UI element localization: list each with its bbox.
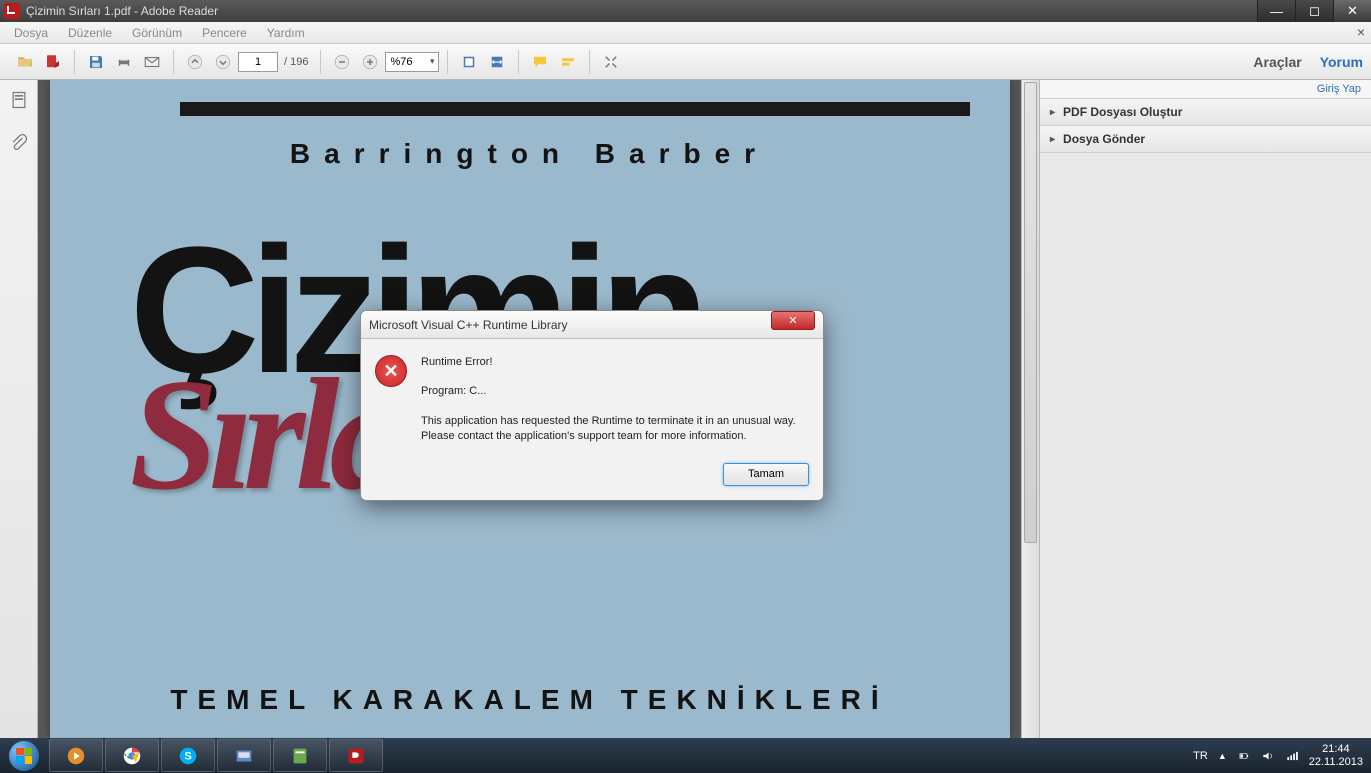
dialog-close-button[interactable]: ✕ — [771, 311, 815, 330]
windows-logo-icon — [9, 741, 39, 771]
zoom-in-icon[interactable] — [357, 49, 383, 75]
taskbar-media-player[interactable] — [49, 739, 103, 772]
error-dialog: Microsoft Visual C++ Runtime Library ✕ ✕… — [360, 310, 824, 501]
highlight-icon[interactable] — [555, 49, 581, 75]
open-file-icon[interactable] — [12, 49, 38, 75]
dialog-program: Program: C... — [421, 384, 796, 399]
panel-item-create-pdf[interactable]: PDF Dosyası Oluştur — [1040, 99, 1371, 126]
volume-icon[interactable] — [1261, 749, 1275, 763]
window-titlebar: Çizimin Sırları 1.pdf - Adobe Reader — ◻… — [0, 0, 1371, 22]
panel-item-send-file[interactable]: Dosya Gönder — [1040, 126, 1371, 153]
panel-item-label: PDF Dosyası Oluştur — [1063, 105, 1182, 119]
menu-help[interactable]: Yardım — [257, 24, 315, 42]
attachments-icon[interactable] — [9, 133, 29, 158]
taskbar-skype[interactable]: S — [161, 739, 215, 772]
window-title: Çizimin Sırları 1.pdf - Adobe Reader — [26, 4, 1257, 18]
dialog-heading: Runtime Error! — [421, 355, 796, 370]
book-author: Barrington Barber — [50, 138, 1010, 170]
menu-window[interactable]: Pencere — [192, 24, 257, 42]
dialog-titlebar[interactable]: Microsoft Visual C++ Runtime Library ✕ — [361, 311, 823, 339]
comment-icon[interactable] — [527, 49, 553, 75]
start-button[interactable] — [0, 738, 48, 773]
fit-width-icon[interactable] — [484, 49, 510, 75]
create-pdf-icon[interactable] — [40, 49, 66, 75]
dialog-title: Microsoft Visual C++ Runtime Library — [369, 318, 771, 332]
taskbar-adobe-reader[interactable] — [329, 739, 383, 772]
scrollbar-thumb[interactable] — [1024, 82, 1037, 543]
taskbar-chrome[interactable] — [105, 739, 159, 772]
page-down-icon[interactable] — [210, 49, 236, 75]
comment-panel-link[interactable]: Yorum — [1320, 54, 1363, 70]
dialog-text: Runtime Error! Program: C... This applic… — [421, 355, 796, 445]
toolbar: / 196 %76 Araçlar Yorum — [0, 44, 1371, 80]
taskbar-clock[interactable]: 21:44 22.11.2013 — [1309, 743, 1363, 767]
taskbar-app-2[interactable] — [273, 739, 327, 772]
panel-item-label: Dosya Gönder — [1063, 132, 1145, 146]
zoom-value: %76 — [390, 56, 412, 68]
fit-page-icon[interactable] — [456, 49, 482, 75]
page-number-input[interactable] — [238, 52, 278, 72]
clock-time: 21:44 — [1309, 743, 1363, 755]
close-button[interactable]: ✕ — [1333, 0, 1371, 22]
print-icon[interactable] — [111, 49, 137, 75]
system-tray: TR ▲ 21:44 22.11.2013 — [1185, 743, 1371, 767]
network-icon[interactable] — [1285, 749, 1299, 763]
zoom-out-icon[interactable] — [329, 49, 355, 75]
menubar-close-icon[interactable]: × — [1357, 24, 1365, 40]
taskbar-app-1[interactable] — [217, 739, 271, 772]
email-icon[interactable] — [139, 49, 165, 75]
menu-view[interactable]: Görünüm — [122, 24, 192, 42]
left-sidebar — [0, 80, 38, 738]
thumbnails-icon[interactable] — [9, 90, 29, 115]
taskbar: S TR ▲ 21:44 22.11.2013 — [0, 738, 1371, 773]
maximize-button[interactable]: ◻ — [1295, 0, 1333, 22]
right-panel: Giriş Yap PDF Dosyası Oluştur Dosya Gönd… — [1039, 80, 1371, 738]
page-up-icon[interactable] — [182, 49, 208, 75]
dialog-message-1: This application has requested the Runti… — [421, 414, 796, 429]
clock-date: 22.11.2013 — [1309, 756, 1363, 768]
error-icon: ✕ — [375, 355, 407, 387]
vertical-scrollbar[interactable] — [1021, 80, 1039, 738]
save-icon[interactable] — [83, 49, 109, 75]
decorative-bar — [180, 102, 970, 116]
menubar: Dosya Düzenle Görünüm Pencere Yardım × — [0, 22, 1371, 44]
book-subtitle: TEMEL KARAKALEM TEKNİKLERİ — [50, 684, 1010, 716]
dialog-message-2: Please contact the application's support… — [421, 429, 796, 444]
app-icon — [4, 3, 20, 19]
zoom-select[interactable]: %76 — [385, 52, 439, 72]
dialog-ok-button[interactable]: Tamam — [723, 463, 809, 486]
login-link[interactable]: Giriş Yap — [1040, 80, 1371, 99]
read-mode-icon[interactable] — [598, 49, 624, 75]
battery-icon[interactable] — [1237, 749, 1251, 763]
menu-file[interactable]: Dosya — [4, 24, 58, 42]
svg-text:S: S — [184, 750, 191, 762]
tools-panel-link[interactable]: Araçlar — [1253, 54, 1301, 70]
minimize-button[interactable]: — — [1257, 0, 1295, 22]
language-indicator[interactable]: TR — [1193, 750, 1208, 762]
menu-edit[interactable]: Düzenle — [58, 24, 122, 42]
page-total-label: / 196 — [284, 56, 308, 68]
tray-chevron-icon[interactable]: ▲ — [1218, 751, 1227, 761]
